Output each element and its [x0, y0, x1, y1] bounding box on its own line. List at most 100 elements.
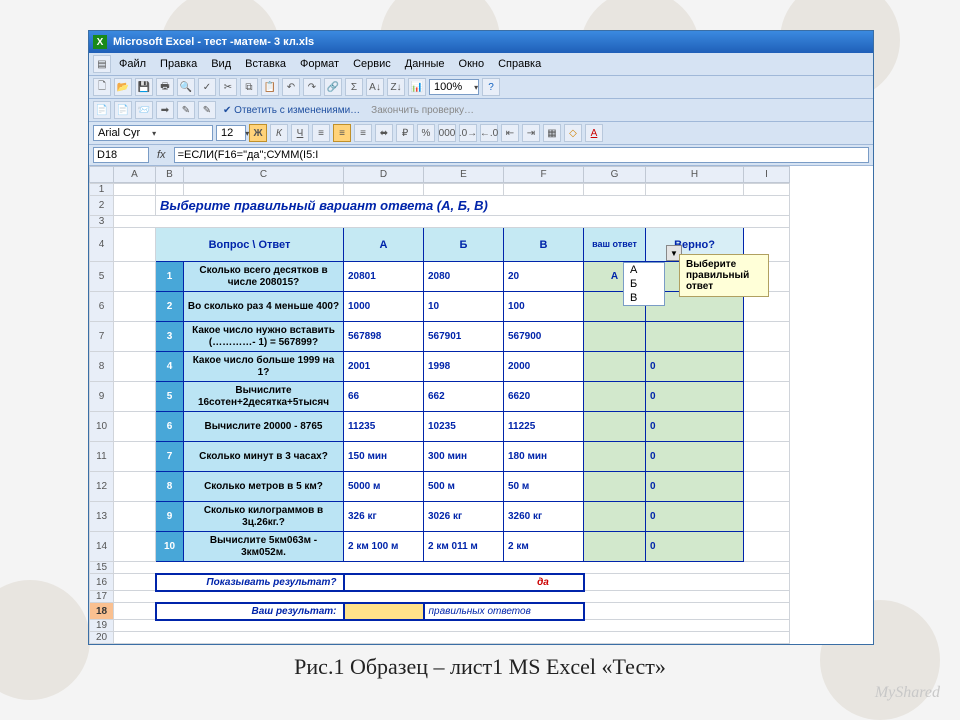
- indent-inc-icon[interactable]: ⇥: [522, 124, 540, 142]
- menu-insert[interactable]: Вставка: [239, 56, 292, 72]
- chart-icon[interactable]: 📊: [408, 78, 426, 96]
- row-header[interactable]: 1: [90, 184, 114, 196]
- sort-desc-icon[interactable]: Z↓: [387, 78, 405, 96]
- copy-icon[interactable]: ⧉: [240, 78, 258, 96]
- your-result-value[interactable]: [344, 603, 424, 620]
- row-header[interactable]: 20: [90, 632, 114, 644]
- row-header[interactable]: 12: [90, 472, 114, 502]
- sum-icon[interactable]: Σ: [345, 78, 363, 96]
- show-result-value[interactable]: да: [504, 574, 584, 591]
- row-header[interactable]: 16: [90, 574, 114, 591]
- answer-a[interactable]: 150 мин: [344, 442, 424, 472]
- row-header[interactable]: 6: [90, 292, 114, 322]
- row-header[interactable]: 8: [90, 352, 114, 382]
- review-respond[interactable]: ✔ Ответить с изменениями…: [219, 105, 364, 116]
- fontsize-select[interactable]: 12: [216, 125, 246, 141]
- name-box[interactable]: D18: [93, 147, 149, 163]
- your-answer-cell[interactable]: [584, 502, 646, 532]
- answer-v[interactable]: 3260 кг: [504, 502, 584, 532]
- menu-format[interactable]: Формат: [294, 56, 345, 72]
- row-header[interactable]: 14: [90, 532, 114, 562]
- row-header[interactable]: 5: [90, 262, 114, 292]
- answer-b[interactable]: 1998: [424, 352, 504, 382]
- your-answer-cell[interactable]: [584, 412, 646, 442]
- new-icon[interactable]: 🗋: [93, 78, 111, 96]
- dropdown-option[interactable]: А: [624, 263, 664, 277]
- row-header[interactable]: 10: [90, 412, 114, 442]
- answer-v[interactable]: 2000: [504, 352, 584, 382]
- your-answer-cell[interactable]: [584, 532, 646, 562]
- font-color-icon[interactable]: A: [585, 124, 603, 142]
- answer-b[interactable]: 10: [424, 292, 504, 322]
- your-answer-cell[interactable]: [584, 322, 646, 352]
- open-icon[interactable]: 📂: [114, 78, 132, 96]
- row-header[interactable]: 11: [90, 442, 114, 472]
- answer-b[interactable]: 10235: [424, 412, 504, 442]
- redo-icon[interactable]: ↷: [303, 78, 321, 96]
- your-answer-cell[interactable]: [584, 442, 646, 472]
- answer-b[interactable]: 3026 кг: [424, 502, 504, 532]
- row-header[interactable]: 4: [90, 228, 114, 262]
- font-select[interactable]: Arial Cyr: [93, 125, 213, 141]
- show-result-cell[interactable]: [344, 574, 424, 591]
- col-b[interactable]: B: [156, 167, 184, 183]
- paste-icon[interactable]: 📋: [261, 78, 279, 96]
- help-icon[interactable]: ?: [482, 78, 500, 96]
- answer-b[interactable]: 500 м: [424, 472, 504, 502]
- review-icon-5[interactable]: ✎: [177, 101, 195, 119]
- cut-icon[interactable]: ✂: [219, 78, 237, 96]
- row-header[interactable]: 19: [90, 620, 114, 632]
- answer-v[interactable]: 180 мин: [504, 442, 584, 472]
- fill-color-icon[interactable]: ◇: [564, 124, 582, 142]
- dropdown-option[interactable]: В: [624, 291, 664, 305]
- undo-icon[interactable]: ↶: [282, 78, 300, 96]
- answer-b[interactable]: 662: [424, 382, 504, 412]
- bold-button[interactable]: Ж: [249, 124, 267, 142]
- currency-icon[interactable]: ₽: [396, 124, 414, 142]
- row-header-selected[interactable]: 18: [90, 603, 114, 620]
- answer-a[interactable]: 11235: [344, 412, 424, 442]
- dropdown-list[interactable]: ▼ А Б В: [623, 262, 665, 306]
- print-icon[interactable]: 🖶: [156, 78, 174, 96]
- row-header[interactable]: 2: [90, 196, 114, 216]
- review-icon-3[interactable]: 📨: [135, 101, 153, 119]
- link-icon[interactable]: 🔗: [324, 78, 342, 96]
- save-icon[interactable]: 💾: [135, 78, 153, 96]
- col-e[interactable]: E: [424, 167, 504, 183]
- row-header[interactable]: 13: [90, 502, 114, 532]
- row-header[interactable]: 15: [90, 562, 114, 574]
- row-header[interactable]: 9: [90, 382, 114, 412]
- menu-help[interactable]: Справка: [492, 56, 547, 72]
- dec-decimal-icon[interactable]: ←.0: [480, 124, 498, 142]
- answer-b[interactable]: 300 мин: [424, 442, 504, 472]
- your-answer-cell[interactable]: [584, 472, 646, 502]
- app-menu-icon[interactable]: ▤: [93, 55, 111, 73]
- answer-v[interactable]: 2 км: [504, 532, 584, 562]
- preview-icon[interactable]: 🔍: [177, 78, 195, 96]
- answer-a[interactable]: 326 кг: [344, 502, 424, 532]
- fx-icon[interactable]: fx: [153, 149, 170, 161]
- col-i[interactable]: I: [744, 167, 790, 183]
- col-h[interactable]: H: [646, 167, 744, 183]
- dropdown-option[interactable]: Б: [624, 277, 664, 291]
- menu-edit[interactable]: Правка: [154, 56, 203, 72]
- answer-b[interactable]: 2080: [424, 262, 504, 292]
- answer-v[interactable]: 6620: [504, 382, 584, 412]
- indent-dec-icon[interactable]: ⇤: [501, 124, 519, 142]
- percent-icon[interactable]: %: [417, 124, 435, 142]
- menu-data[interactable]: Данные: [399, 56, 451, 72]
- review-icon-2[interactable]: 📄: [114, 101, 132, 119]
- answer-b[interactable]: 2 км 011 м: [424, 532, 504, 562]
- review-icon-4[interactable]: ➡: [156, 101, 174, 119]
- worksheet[interactable]: 1 2 Выберите правильный вариант ответа (…: [89, 183, 790, 644]
- answer-a[interactable]: 1000: [344, 292, 424, 322]
- formula-input[interactable]: =ЕСЛИ(F16="да";СУММ(I5:I: [174, 147, 869, 163]
- your-answer-cell[interactable]: [584, 352, 646, 382]
- row-header[interactable]: 3: [90, 216, 114, 228]
- col-f[interactable]: F: [504, 167, 584, 183]
- menu-view[interactable]: Вид: [205, 56, 237, 72]
- menu-window[interactable]: Окно: [453, 56, 491, 72]
- col-c[interactable]: C: [184, 167, 344, 183]
- col-g[interactable]: G: [584, 167, 646, 183]
- your-answer-cell[interactable]: [584, 382, 646, 412]
